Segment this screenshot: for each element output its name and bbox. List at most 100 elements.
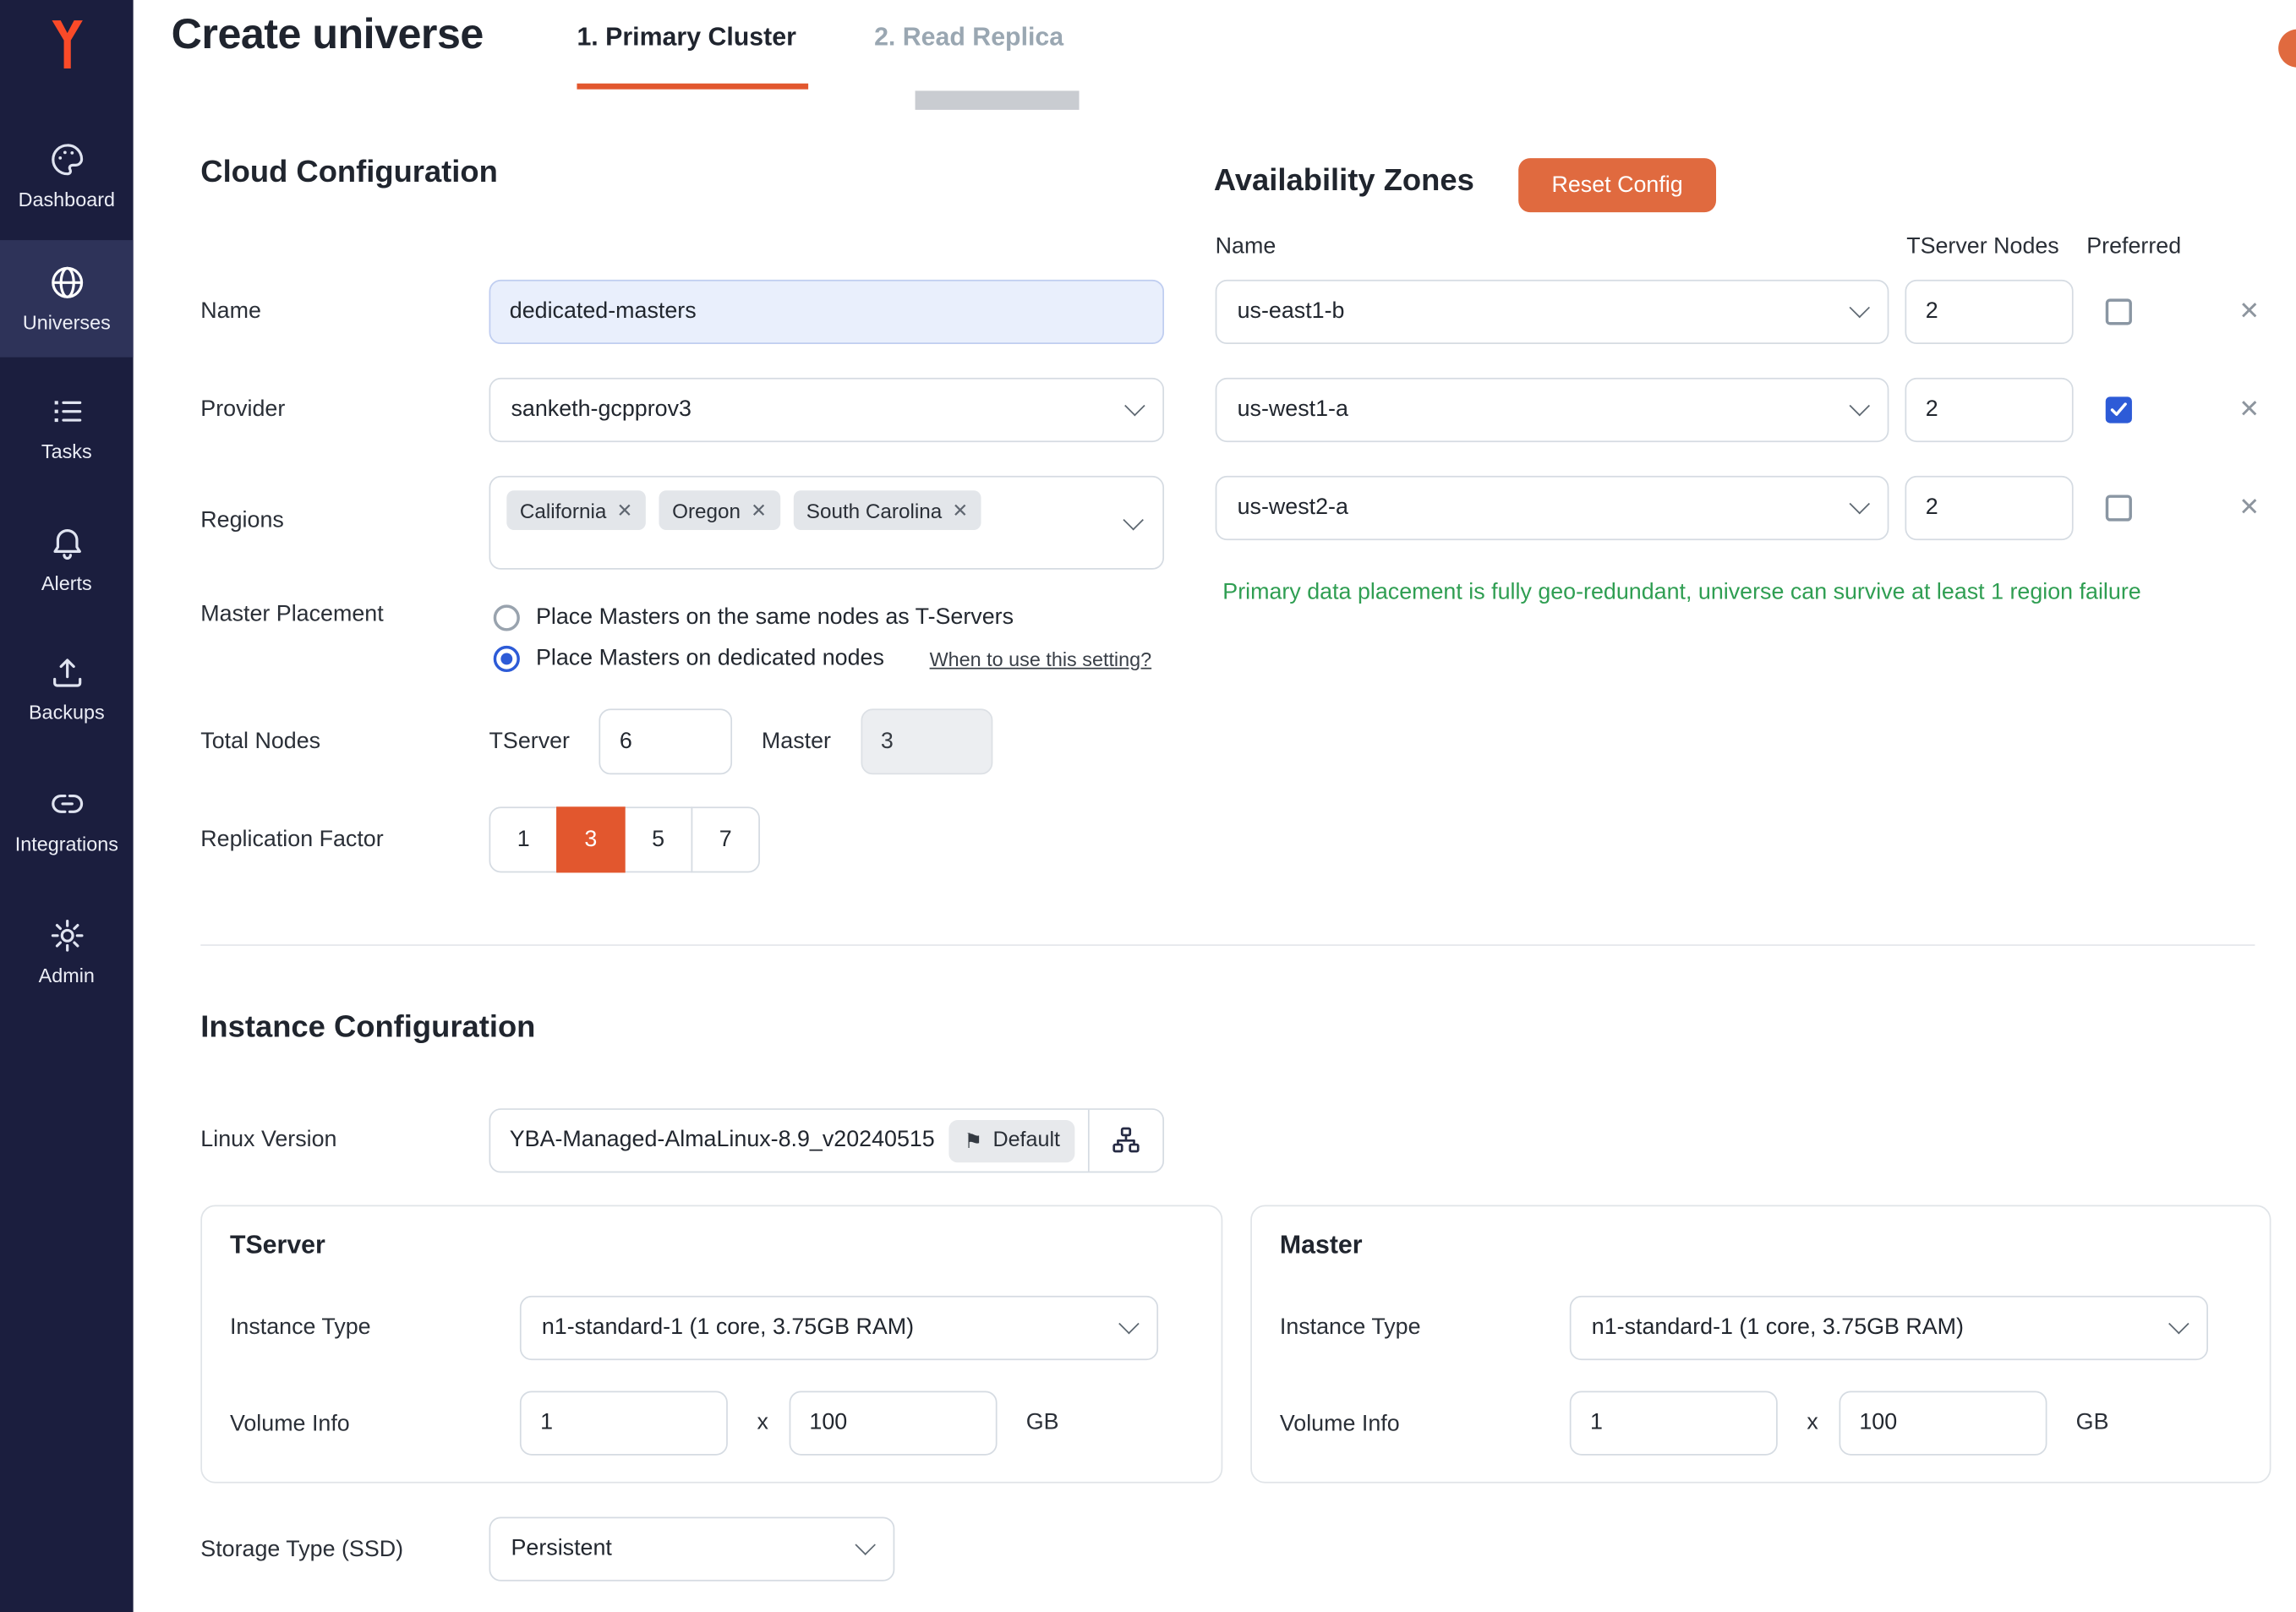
close-icon[interactable]: ✕ (952, 499, 968, 522)
provider-value: sanketh-gcpprov3 (511, 396, 1128, 423)
close-icon[interactable]: ✕ (751, 499, 767, 522)
sidebar-item-label: Integrations (15, 833, 118, 855)
chevron-down-icon (1124, 396, 1145, 416)
create-universe-page: Dashboard Universes Tasks (0, 0, 2296, 1612)
sidebar-item-universes[interactable]: Universes (0, 240, 134, 358)
az-remove-icon[interactable]: ✕ (2239, 490, 2260, 526)
replication-factor-1[interactable]: 1 (489, 806, 558, 872)
replication-factor-5[interactable]: 5 (624, 806, 692, 872)
linux-version-value: YBA-Managed-AlmaLinux-8.9_v20240515 (490, 1128, 949, 1154)
sidebar-item-label: Alerts (41, 572, 92, 594)
sidebar-item-label: Backups (29, 702, 105, 724)
flag-icon: ⚑ (965, 1128, 983, 1153)
region-chip-label: South Carolina (806, 499, 942, 522)
az-preferred-checkbox-checked[interactable] (2106, 396, 2132, 423)
provider-select[interactable]: sanketh-gcpprov3 (489, 378, 1164, 442)
az-zone-value: us-east1-b (1238, 298, 1852, 325)
az-zone-value: us-west2-a (1238, 495, 1852, 521)
upload-icon (47, 653, 85, 691)
master-placement-option-same-nodes[interactable]: Place Masters on the same nodes as T-Ser… (494, 604, 1014, 633)
region-chip: California ✕ (506, 490, 646, 530)
volume-size-input[interactable] (1839, 1391, 2047, 1455)
default-badge-label: Default (992, 1128, 1060, 1152)
linux-version-options-button[interactable] (1090, 1110, 1163, 1172)
universe-name-input[interactable] (489, 280, 1164, 344)
volume-info-label: Volume Info (230, 1412, 350, 1438)
hierarchy-icon (1110, 1124, 1142, 1156)
az-node-count-input[interactable] (1905, 476, 2073, 540)
sidebar-item-alerts[interactable]: Alerts (0, 500, 134, 618)
active-tab-indicator (577, 84, 808, 90)
radio-selected[interactable] (494, 646, 520, 672)
volume-count-input[interactable] (520, 1391, 728, 1455)
tserver-total-nodes-input[interactable] (599, 708, 733, 774)
instance-type-value: n1-standard-1 (1 core, 3.75GB RAM) (1592, 1314, 2172, 1341)
volume-count-input[interactable] (1570, 1391, 1778, 1455)
regions-multiselect[interactable]: California ✕ Oregon ✕ South Carolina ✕ (489, 476, 1164, 570)
chevron-down-icon (1850, 396, 1870, 416)
master-placement-option-dedicated[interactable]: Place Masters on dedicated nodes When to… (494, 644, 1151, 674)
region-chip: South Carolina ✕ (793, 490, 981, 530)
sidebar-item-backups[interactable]: Backups (0, 630, 134, 747)
yugabyte-logo[interactable] (0, 14, 134, 76)
storage-type-label: Storage Type (SSD) (200, 1538, 403, 1564)
task-list-icon (47, 392, 85, 430)
reset-config-button[interactable]: Reset Config (1518, 158, 1716, 212)
region-chip-label: California (520, 499, 606, 522)
az-node-count-input[interactable] (1905, 280, 2073, 344)
tserver-card: TServer Instance Type n1-standard-1 (1 c… (200, 1205, 1222, 1484)
az-remove-icon[interactable]: ✕ (2239, 294, 2260, 330)
geo-redundancy-status: Primary data placement is fully geo-redu… (1222, 580, 2140, 606)
availability-zones-heading: Availability Zones (1214, 164, 1474, 199)
chevron-down-icon (1123, 510, 1143, 530)
user-avatar[interactable] (2278, 30, 2296, 68)
tserver-nodes-label: TServer (489, 729, 570, 755)
master-volume-row: x GB (1570, 1391, 2109, 1455)
instance-type-label: Instance Type (230, 1314, 371, 1341)
az-zone-select[interactable]: us-west2-a (1216, 476, 1889, 540)
volume-size-input[interactable] (789, 1391, 997, 1455)
tabs-scrollbar-thumb[interactable] (916, 90, 1080, 110)
storage-type-value: Persistent (511, 1536, 859, 1562)
radio-unselected[interactable] (494, 604, 520, 631)
sidebar-item-label: Admin (39, 964, 95, 986)
region-chip-label: Oregon (672, 499, 741, 522)
sidebar: Dashboard Universes Tasks (0, 0, 134, 1612)
storage-type-select[interactable]: Persistent (489, 1516, 895, 1581)
close-icon[interactable]: ✕ (616, 499, 632, 522)
tserver-instance-type-select[interactable]: n1-standard-1 (1 core, 3.75GB RAM) (520, 1296, 1158, 1360)
az-preferred-checkbox[interactable] (2106, 495, 2132, 521)
master-instance-type-select[interactable]: n1-standard-1 (1 core, 3.75GB RAM) (1570, 1296, 2208, 1360)
az-remove-icon[interactable]: ✕ (2239, 392, 2260, 428)
tab-primary-cluster[interactable]: 1. Primary Cluster (577, 22, 795, 52)
yugabyte-logo-icon (36, 14, 97, 76)
master-nodes-label: Master (762, 729, 831, 755)
check-icon (2110, 402, 2128, 417)
when-to-use-link[interactable]: When to use this setting? (930, 648, 1152, 669)
sidebar-item-integrations[interactable]: Integrations (0, 762, 134, 879)
az-zone-select[interactable]: us-west1-a (1216, 378, 1889, 442)
az-zone-select[interactable]: us-east1-b (1216, 280, 1889, 344)
region-chip: Oregon ✕ (659, 490, 780, 530)
volume-multiplier: x (757, 1410, 768, 1436)
sidebar-item-tasks[interactable]: Tasks (0, 369, 134, 486)
sidebar-item-dashboard[interactable]: Dashboard (0, 117, 134, 235)
tab-read-replica[interactable]: 2. Read Replica (874, 22, 1063, 52)
default-badge: ⚑ Default (949, 1119, 1074, 1161)
link-icon (47, 784, 85, 822)
master-card: Master Instance Type n1-standard-1 (1 co… (1250, 1205, 2271, 1484)
az-preferred-checkbox[interactable] (2106, 298, 2132, 325)
linux-version-label: Linux Version (200, 1128, 336, 1154)
replication-factor-7[interactable]: 7 (692, 806, 760, 872)
az-node-count-input[interactable] (1905, 378, 2073, 442)
az-column-preferred: Preferred (2086, 234, 2181, 260)
provider-label: Provider (200, 396, 285, 423)
linux-version-field[interactable]: YBA-Managed-AlmaLinux-8.9_v20240515 ⚑ De… (489, 1108, 1164, 1172)
replication-factor-group: 1 3 5 7 (489, 806, 760, 872)
replication-factor-3[interactable]: 3 (556, 806, 625, 872)
replication-factor-label: Replication Factor (200, 828, 383, 854)
instance-type-value: n1-standard-1 (1 core, 3.75GB RAM) (542, 1314, 1122, 1341)
instance-configuration-heading: Instance Configuration (200, 1010, 535, 1046)
sidebar-item-admin[interactable]: Admin (0, 893, 134, 1011)
name-label: Name (200, 298, 261, 325)
